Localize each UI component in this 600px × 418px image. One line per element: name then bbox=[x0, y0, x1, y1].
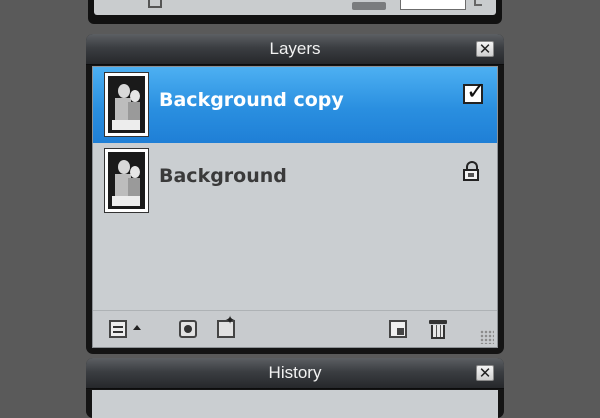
layer-properties-icon[interactable] bbox=[109, 320, 127, 338]
partial-slider[interactable] bbox=[352, 2, 386, 10]
history-panel-title: History bbox=[268, 363, 322, 382]
history-close-button[interactable]: ✕ bbox=[476, 364, 494, 382]
layer-thumbnail bbox=[104, 148, 149, 213]
partial-input-field[interactable] bbox=[400, 0, 466, 10]
delete-layer-icon[interactable] bbox=[429, 320, 447, 340]
layer-name: Background copy bbox=[159, 89, 344, 111]
layers-panel: Layers ✕ Background copy ✓ Background bbox=[86, 34, 504, 354]
checkmark-icon: ✓ bbox=[466, 77, 487, 105]
history-panel: History ✕ bbox=[86, 358, 504, 418]
new-layer-icon[interactable] bbox=[389, 320, 407, 338]
partial-marker-icon bbox=[474, 0, 482, 6]
visibility-checkbox-icon[interactable]: ✓ bbox=[463, 77, 486, 105]
arrow-up-icon[interactable] bbox=[133, 325, 141, 330]
partial-icon[interactable] bbox=[148, 0, 162, 8]
resize-grip-icon[interactable] bbox=[480, 330, 494, 344]
layers-panel-header[interactable]: Layers ✕ bbox=[86, 34, 504, 65]
layers-list: Background copy ✓ Background bbox=[92, 66, 498, 348]
close-icon: ✕ bbox=[478, 40, 492, 58]
layers-toolbar bbox=[93, 310, 497, 347]
layer-thumbnail bbox=[104, 72, 149, 137]
layer-row-background[interactable]: Background bbox=[93, 143, 497, 219]
layer-mask-icon[interactable] bbox=[179, 320, 197, 338]
layers-close-button[interactable]: ✕ bbox=[476, 40, 494, 58]
lock-icon[interactable] bbox=[463, 161, 481, 181]
upper-panel bbox=[88, 0, 502, 24]
layer-effects-icon[interactable] bbox=[217, 313, 235, 338]
history-panel-header[interactable]: History ✕ bbox=[86, 358, 504, 389]
layers-panel-title: Layers bbox=[269, 39, 321, 58]
upper-panel-body bbox=[94, 0, 496, 15]
history-list bbox=[92, 390, 498, 418]
layer-name: Background bbox=[159, 165, 287, 187]
close-icon: ✕ bbox=[478, 364, 492, 382]
layer-row-background-copy[interactable]: Background copy ✓ bbox=[93, 67, 497, 143]
